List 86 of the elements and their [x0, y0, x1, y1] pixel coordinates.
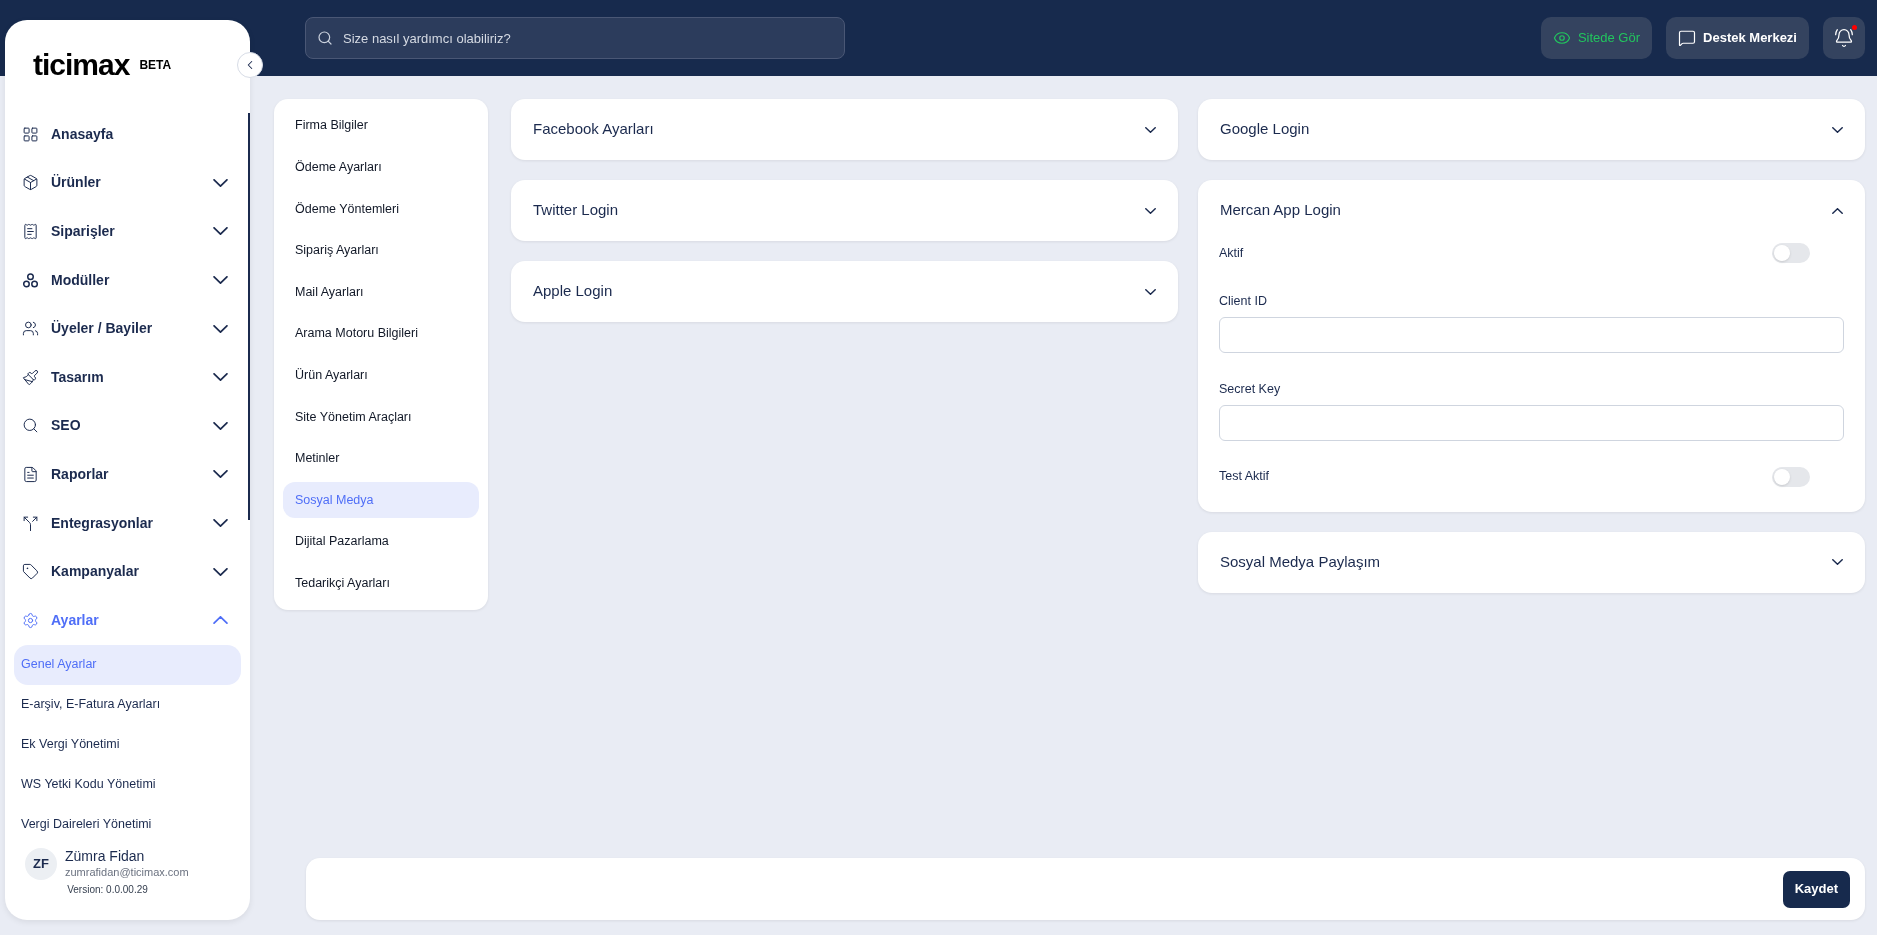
box-icon [22, 174, 39, 192]
sidebar-item[interactable]: Raporlar [5, 450, 250, 499]
bell-icon [1834, 28, 1854, 48]
chevron-up-icon [213, 616, 228, 625]
settings-menu-item[interactable]: Dijital Pazarlama [283, 523, 479, 560]
chevron-down-icon [213, 227, 228, 236]
input-field[interactable] [1219, 404, 1844, 441]
settings-menu-item[interactable]: Ürün Ayarları [283, 357, 479, 394]
grid-icon [22, 125, 39, 143]
scrollbar-thumb[interactable] [248, 113, 250, 520]
save-button[interactable]: Kaydet [1782, 870, 1850, 908]
field-label: Aktif [1219, 244, 1244, 262]
submenu-item[interactable]: E-arşiv, E-Fatura Ayarları [14, 684, 241, 725]
chevron-down-icon [213, 567, 228, 576]
toggle-switch[interactable] [1772, 243, 1810, 263]
sidebar-item[interactable]: Anasayfa [5, 110, 250, 159]
view-site-button[interactable]: Sitede Gör [1540, 17, 1653, 59]
chevron-down-icon [213, 470, 228, 479]
support-button[interactable]: Destek Merkezi [1666, 17, 1809, 59]
sidebar-item[interactable]: Siparişler [5, 207, 250, 256]
document-icon [22, 465, 39, 483]
chevron-down-icon [213, 276, 228, 285]
settings-menu-item[interactable]: Metinler [283, 440, 479, 477]
eye-icon [1552, 29, 1571, 47]
submenu-item[interactable]: Vergi Daireleri Yönetimi [14, 804, 241, 845]
receipt-icon [22, 223, 39, 240]
split-arrows-icon [22, 514, 39, 532]
circles-icon [22, 271, 39, 289]
users-icon [22, 320, 39, 338]
chevron-down-icon [213, 324, 228, 333]
chevron-down-icon [1145, 126, 1156, 133]
notification-button[interactable] [1823, 17, 1865, 59]
sidebar-item[interactable]: Üyeler / Bayiler [5, 304, 250, 353]
chevron-down-icon [1145, 288, 1156, 295]
version-text: Version: 0.0.00.29 [67, 882, 148, 897]
toggle-switch[interactable] [1772, 466, 1810, 487]
field-label: Test Aktif [1219, 468, 1270, 486]
user-name: Zümra Fidan [65, 848, 146, 866]
settings-menu-item[interactable]: Arama Motoru Bilgileri [283, 315, 479, 352]
settings-menu-item[interactable]: Ödeme Yöntemleri [283, 191, 479, 227]
search-icon [22, 417, 39, 435]
submenu-item[interactable]: WS Yetki Kodu Yönetimi [14, 764, 241, 805]
settings-menu-item[interactable]: Sosyal Medya [283, 482, 479, 519]
chevron-up-icon [1832, 207, 1843, 214]
chevron-down-icon [213, 519, 228, 528]
settings-menu-item[interactable]: Sipariş Ayarları [283, 232, 479, 269]
user-avatar: ZF [25, 847, 57, 880]
accordion-header[interactable]: Apple Login [511, 261, 1178, 322]
logo-wordmark: ticimax [33, 50, 130, 80]
settings-menu-item[interactable]: Firma Bilgiler [283, 107, 479, 144]
chevron-down-icon [1832, 126, 1843, 133]
accordion-header[interactable]: Google Login [1198, 99, 1865, 160]
field-label: Client ID [1219, 293, 1268, 310]
chevron-down-icon [213, 421, 228, 430]
collapse-button[interactable] [237, 52, 263, 78]
input-field[interactable] [1219, 316, 1844, 353]
chevron-down-icon [1832, 559, 1843, 565]
chevron-down-icon [213, 373, 228, 382]
submenu-item[interactable]: Genel Ayarlar [14, 644, 241, 685]
beta-label: BETA [139, 57, 172, 74]
submenu-item[interactable]: Ek Vergi Yönetimi [14, 724, 241, 765]
settings-menu-item[interactable]: Mail Ayarları [283, 274, 479, 311]
chat-bubble-icon [1678, 29, 1697, 47]
settings-menu-item[interactable]: Tedarikçi Ayarları [283, 565, 479, 602]
sidebar-item[interactable]: Kampanyalar [5, 547, 250, 596]
accordion-header[interactable]: Mercan App Login [1198, 180, 1865, 241]
sidebar-item[interactable]: Tasarım [5, 352, 250, 402]
sidebar-item[interactable]: Ayarlar [5, 595, 250, 645]
brush-icon [22, 368, 39, 386]
accordion-header[interactable]: Twitter Login [511, 180, 1178, 241]
settings-icon [22, 611, 39, 629]
user-email: zumrafidan@ticimax.com [65, 865, 189, 880]
sidebar-item[interactable]: Entegrasyonlar [5, 498, 250, 548]
chevron-down-icon [1145, 207, 1156, 214]
search-icon [317, 30, 333, 46]
accordion-header[interactable]: Facebook Ayarları [511, 99, 1178, 160]
search-field[interactable]: Size nasıl yardımcı olabiliriz? [305, 17, 845, 59]
settings-menu-item[interactable]: Ödeme Ayarları [283, 149, 479, 186]
accordion-header[interactable]: Sosyal Medya Paylaşım [1198, 531, 1865, 593]
sidebar-item[interactable]: SEO [5, 401, 250, 451]
sidebar-item[interactable]: Modüller [5, 255, 250, 305]
field-label: Secret Key [1219, 380, 1282, 398]
sidebar-item[interactable]: Ürünler [5, 158, 250, 208]
tag-icon [22, 563, 39, 581]
chevron-down-icon [213, 178, 228, 187]
settings-menu-item[interactable]: Site Yönetim Araçları [283, 398, 479, 435]
